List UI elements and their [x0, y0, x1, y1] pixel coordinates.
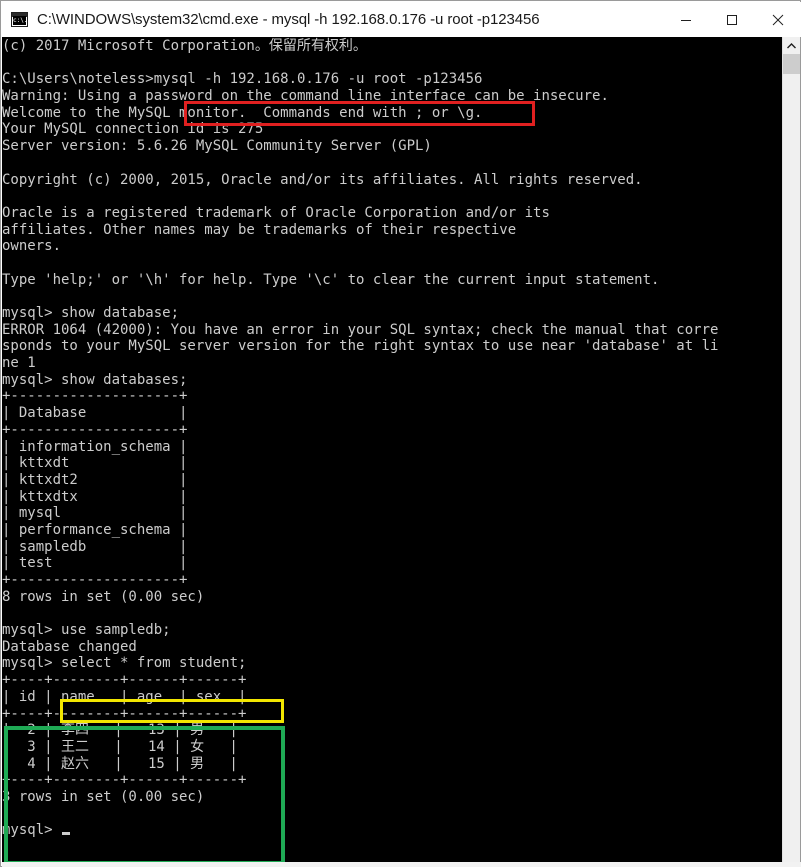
- terminal-output-area[interactable]: (c) 2017 Microsoft Corporation。保留所有权利。 C:…: [2, 37, 782, 862]
- window-title: C:\WINDOWS\system32\cmd.exe - mysql -h 1…: [37, 11, 540, 28]
- terminal-line: Warning: Using a password on the command…: [2, 88, 609, 105]
- console-icon: [11, 12, 28, 27]
- terminal-line: ne 1: [2, 355, 36, 372]
- scroll-up-arrow-icon[interactable]: [783, 37, 800, 54]
- terminal-line: sponds to your MySQL server version for …: [2, 338, 719, 355]
- terminal-line: mysql> select * from student;: [2, 655, 247, 672]
- terminal-line: +----+--------+------+------+: [2, 705, 247, 722]
- vertical-scrollbar[interactable]: [782, 37, 800, 862]
- terminal-line: affiliates. Other names may be trademark…: [2, 221, 517, 238]
- maximize-button[interactable]: [709, 3, 755, 37]
- terminal-line: | Database |: [2, 405, 188, 422]
- terminal-line: | 2 | 李四 | 13 | 男 |: [2, 722, 238, 739]
- terminal-line: mysql> show database;: [2, 305, 180, 321]
- terminal-line: C:\Users\noteless>mysql -h 192.168.0.176…: [2, 71, 483, 88]
- terminal-line: | performance_schema |: [2, 521, 188, 538]
- minimize-button[interactable]: [663, 3, 709, 37]
- window-titlebar[interactable]: C:\WINDOWS\system32\cmd.exe - mysql -h 1…: [2, 2, 801, 37]
- terminal-line: mysql> use sampledb;: [2, 622, 171, 639]
- terminal-line: 8 rows in set (0.00 sec): [2, 588, 205, 605]
- cmd-window: C:\WINDOWS\system32\cmd.exe - mysql -h 1…: [0, 0, 801, 867]
- terminal-line: (c) 2017 Microsoft Corporation。保留所有权利。: [2, 38, 367, 54]
- close-button[interactable]: [755, 3, 801, 37]
- terminal-line: | 4 | 赵六 | 15 | 男 |: [2, 755, 238, 772]
- terminal-line: +----+--------+------+------+: [2, 672, 247, 689]
- terminal-line: +--------------------+: [2, 572, 188, 588]
- terminal-line: | sampledb |: [2, 538, 188, 555]
- terminal-line: | mysql |: [2, 505, 188, 522]
- scroll-track[interactable]: [783, 74, 800, 862]
- terminal-line: Your MySQL connection id is 275: [2, 121, 264, 138]
- terminal-line: | kttxdtx |: [2, 488, 188, 505]
- terminal-line: Oracle is a registered trademark of Orac…: [2, 204, 550, 221]
- terminal-line: owners.: [2, 238, 62, 255]
- terminal-line: | test |: [2, 555, 188, 572]
- terminal-line: mysql> show databases;: [2, 371, 188, 388]
- terminal-line: | kttxdt2 |: [2, 471, 188, 488]
- terminal-line: | 3 | 王二 | 14 | 女 |: [2, 738, 238, 755]
- block-cursor: [62, 832, 71, 836]
- scroll-thumb[interactable]: [783, 54, 800, 74]
- terminal-line: mysql>: [2, 822, 718, 839]
- window-bottom-edge: [2, 862, 801, 867]
- terminal-line: Welcome to the MySQL monitor. Commands e…: [2, 104, 483, 121]
- terminal-line: Copyright (c) 2000, 2015, Oracle and/or …: [2, 171, 643, 188]
- terminal-line: | kttxdt |: [2, 455, 188, 472]
- terminal-line: | id | name | age | sex |: [2, 688, 247, 705]
- terminal-line: +--------------------+: [2, 388, 188, 405]
- terminal-line: Server version: 5.6.26 MySQL Community S…: [2, 138, 432, 155]
- terminal-line: Database changed: [2, 638, 137, 655]
- terminal-line: Type 'help;' or '\h' for help. Type '\c'…: [2, 271, 660, 288]
- terminal-text: (c) 2017 Microsoft Corporation。保留所有权利。 C:…: [2, 38, 718, 839]
- terminal-line: 3 rows in set (0.00 sec): [2, 788, 205, 805]
- terminal-line: ERROR 1064 (42000): You have an error in…: [2, 321, 719, 338]
- terminal-line: +----+--------+------+------+: [2, 772, 247, 789]
- terminal-line: +--------------------+: [2, 421, 188, 438]
- terminal-line: | information_schema |: [2, 438, 188, 455]
